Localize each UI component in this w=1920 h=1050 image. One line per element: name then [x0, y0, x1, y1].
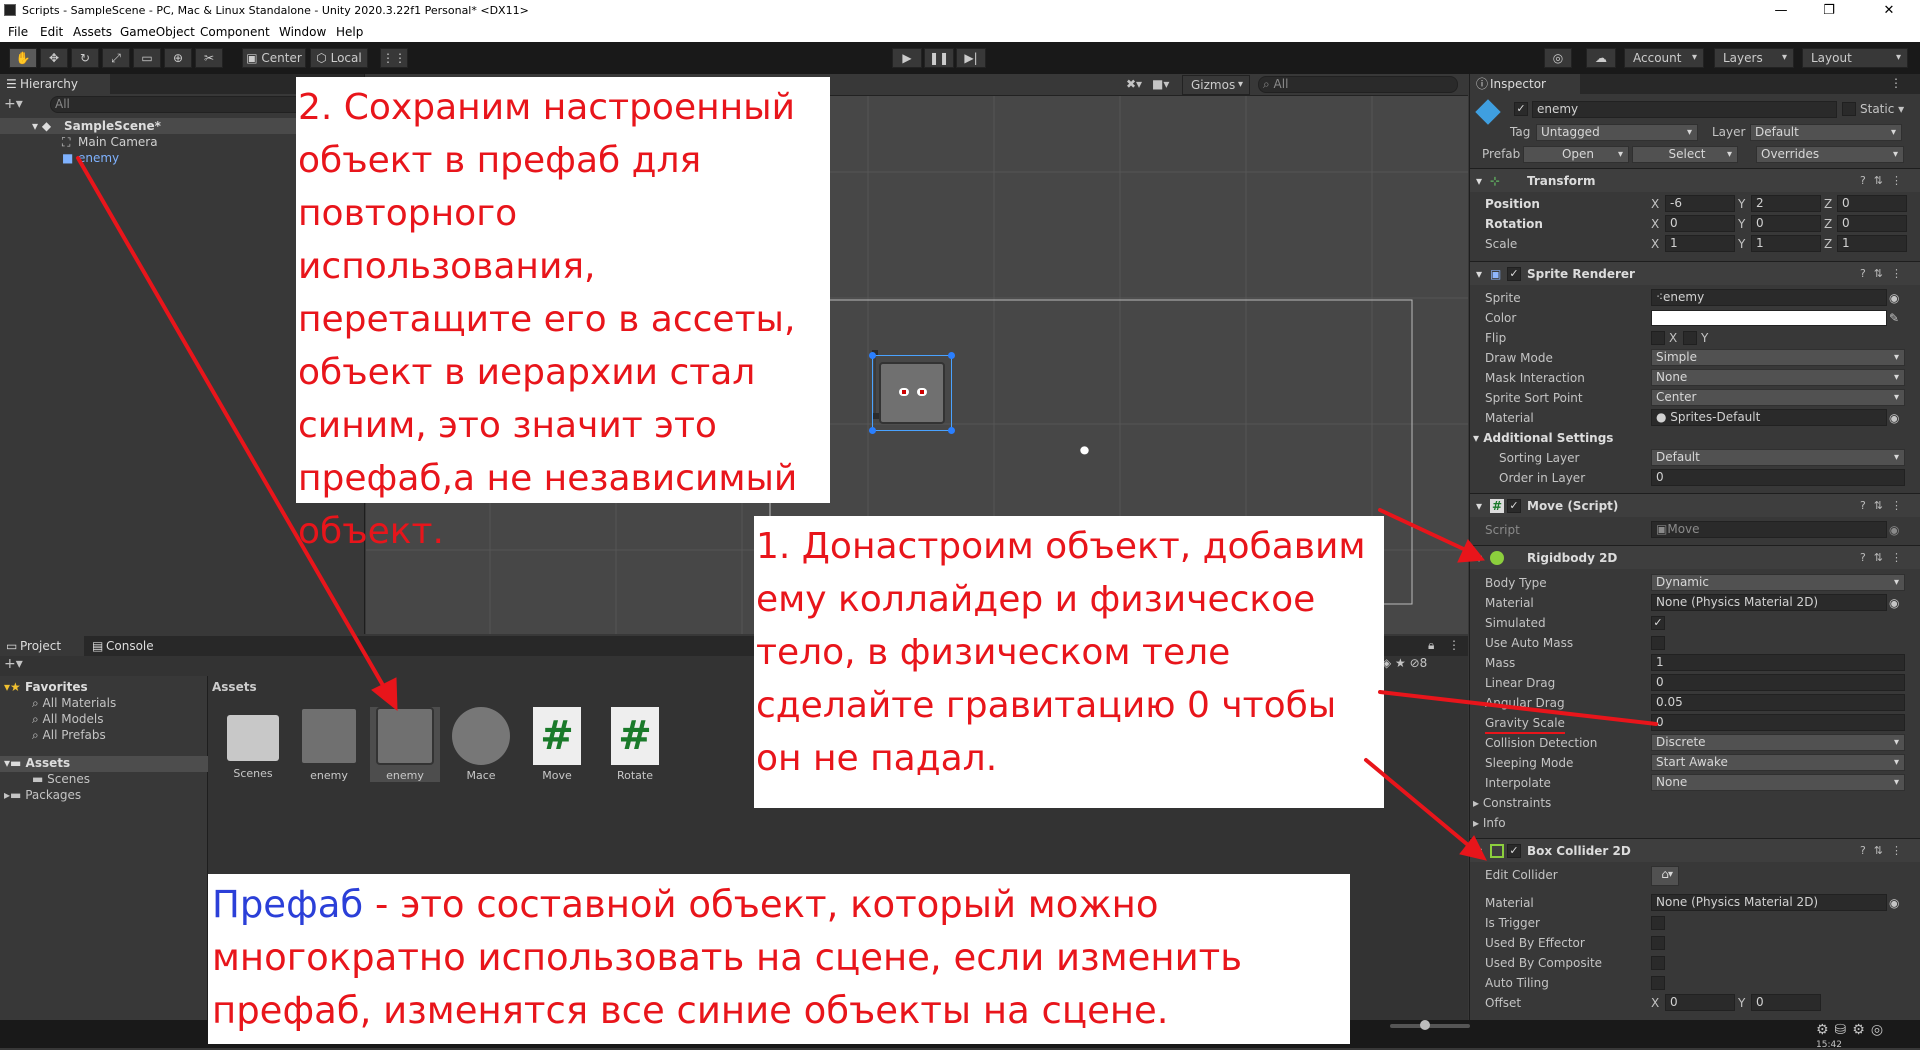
annotation-arrows: [76, 156, 1658, 861]
